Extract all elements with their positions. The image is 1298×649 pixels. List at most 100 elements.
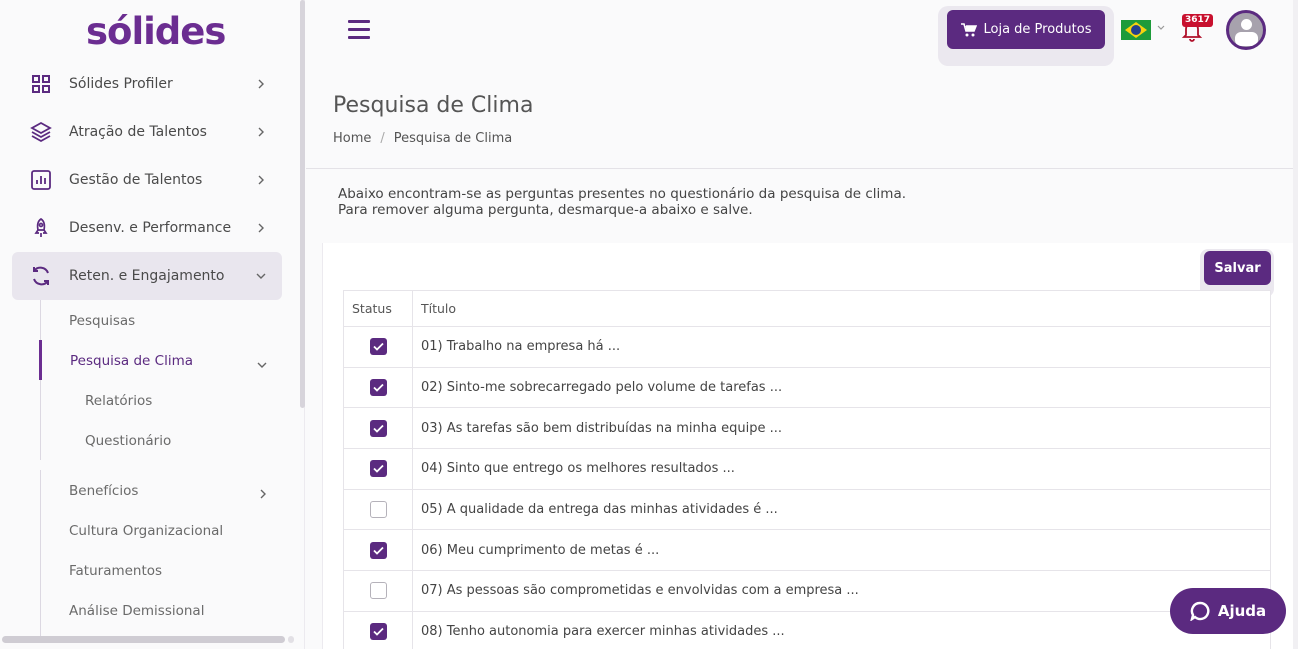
notification-badge: 3617 bbox=[1182, 14, 1214, 27]
breadcrumb-separator: / bbox=[380, 131, 385, 146]
status-cell bbox=[343, 529, 413, 572]
chevron-right-icon bbox=[258, 79, 264, 89]
breadcrumb: Home / Pesquisa de Clima bbox=[333, 131, 512, 146]
sidebar-item-desenv-performance[interactable]: Desenv. e Performance bbox=[12, 204, 282, 252]
question-title: 03) As tarefas são bem distribuídas na m… bbox=[412, 407, 1271, 450]
save-button[interactable]: Salvar bbox=[1204, 251, 1271, 285]
sidebar-item-label: Gestão de Talentos bbox=[69, 172, 203, 188]
table-row: 06) Meu cumprimento de metas é ... bbox=[343, 529, 1271, 572]
bar-chart-icon bbox=[31, 170, 51, 190]
question-checkbox[interactable] bbox=[370, 541, 387, 559]
avatar[interactable] bbox=[1226, 10, 1266, 50]
table-row: 03) As tarefas são bem distribuídas na m… bbox=[343, 407, 1271, 450]
breadcrumb-current: Pesquisa de Clima bbox=[393, 131, 513, 146]
check-icon bbox=[373, 383, 384, 392]
question-title: 04) Sinto que entrego os melhores result… bbox=[412, 448, 1271, 490]
table-header-row: Status Título bbox=[343, 290, 1271, 327]
chevron-right-icon bbox=[258, 223, 264, 233]
sidebar-item-label: Sólides Profiler bbox=[69, 76, 173, 92]
chevron-down-icon bbox=[257, 362, 267, 368]
check-icon bbox=[373, 465, 384, 474]
check-icon bbox=[373, 424, 384, 433]
menu-toggle-button[interactable] bbox=[348, 20, 370, 40]
status-cell bbox=[343, 610, 413, 649]
chat-bubble-icon bbox=[1190, 601, 1210, 621]
sidebar-vertical-scrollbar[interactable] bbox=[300, 0, 305, 408]
table-row: 04) Sinto que entrego os melhores result… bbox=[343, 448, 1271, 490]
sidebar-subitem-pesquisas[interactable]: Pesquisas bbox=[69, 313, 135, 329]
chevron-down-icon bbox=[256, 273, 266, 279]
check-icon bbox=[373, 343, 384, 352]
help-button[interactable]: Ajuda bbox=[1170, 588, 1286, 634]
column-header-status: Status bbox=[343, 290, 413, 327]
question-checkbox[interactable] bbox=[370, 582, 387, 600]
sidebar-item-gestao-talentos[interactable]: Gestão de Talentos bbox=[12, 156, 282, 204]
page-title: Pesquisa de Clima bbox=[333, 93, 534, 118]
help-button-label: Ajuda bbox=[1217, 602, 1267, 620]
table-row: 07) As pessoas são comprometidas e envol… bbox=[343, 570, 1271, 612]
sidebar-item-atracao-talentos[interactable]: Atração de Talentos bbox=[12, 108, 282, 156]
submenu-line bbox=[40, 470, 41, 636]
sidebar: sólides Sólides Profiler Atração de Tale… bbox=[0, 0, 305, 649]
question-checkbox[interactable] bbox=[370, 501, 387, 519]
sidebar-subitem-questionario[interactable]: Questionário bbox=[85, 433, 171, 449]
question-checkbox[interactable] bbox=[370, 419, 387, 437]
page-scrollbar[interactable] bbox=[1293, 0, 1298, 649]
sidebar-subitem-cultura[interactable]: Cultura Organizacional bbox=[69, 523, 223, 539]
submenu-line bbox=[40, 300, 41, 340]
shop-button[interactable]: Loja de Produtos bbox=[947, 10, 1105, 49]
question-title: 07) As pessoas são comprometidas e envol… bbox=[412, 570, 1271, 612]
chevron-right-icon bbox=[258, 175, 264, 185]
chevron-right-icon bbox=[260, 489, 266, 499]
status-cell bbox=[343, 366, 413, 409]
sidebar-subitem-analise-demissional[interactable]: Análise Demissional bbox=[69, 603, 204, 619]
refresh-icon bbox=[33, 266, 49, 286]
check-icon bbox=[373, 628, 384, 636]
sidebar-item-label: Desenv. e Performance bbox=[69, 220, 232, 236]
status-cell bbox=[343, 407, 413, 450]
status-cell bbox=[343, 448, 413, 490]
table-row: 01) Trabalho na empresa há ... bbox=[343, 326, 1271, 368]
shop-button-label: Loja de Produtos bbox=[983, 22, 1092, 37]
table-row: 05) A qualidade da entrega das minhas at… bbox=[343, 488, 1271, 531]
question-checkbox[interactable] bbox=[370, 623, 387, 641]
sidebar-scroll-end bbox=[288, 636, 294, 643]
question-checkbox[interactable] bbox=[370, 379, 387, 397]
submenu-line bbox=[40, 380, 41, 460]
sidebar-subitem-beneficios[interactable]: Benefícios bbox=[69, 483, 138, 499]
sidebar-item-label: Atração de Talentos bbox=[69, 124, 207, 140]
sidebar-subitem-relatorios[interactable]: Relatórios bbox=[85, 393, 152, 409]
solides-logo[interactable]: sólides bbox=[86, 10, 226, 53]
table-row: 08) Tenho autonomia para exercer minhas … bbox=[343, 610, 1271, 649]
column-header-title: Título bbox=[412, 290, 1271, 327]
sidebar-horizontal-scrollbar[interactable] bbox=[2, 636, 285, 643]
sidebar-item-label: Reten. e Engajamento bbox=[69, 268, 225, 284]
intro-line-1: Abaixo encontram-se as perguntas present… bbox=[338, 186, 907, 202]
check-icon bbox=[373, 546, 384, 555]
rocket-icon bbox=[34, 217, 48, 237]
question-title: 06) Meu cumprimento de metas é ... bbox=[412, 529, 1271, 572]
breadcrumb-home[interactable]: Home bbox=[333, 131, 371, 146]
question-checkbox[interactable] bbox=[370, 338, 387, 356]
intro-text: Abaixo encontram-se as perguntas present… bbox=[338, 186, 906, 218]
table-row: 02) Sinto-me sobrecarregado pelo volume … bbox=[343, 366, 1271, 409]
questions-table: Status Título 01) Trabalho na empresa há… bbox=[343, 290, 1271, 649]
question-title: 02) Sinto-me sobrecarregado pelo volume … bbox=[412, 366, 1271, 409]
sidebar-subitem-faturamentos[interactable]: Faturamentos bbox=[69, 563, 162, 579]
question-checkbox[interactable] bbox=[370, 460, 387, 478]
sidebar-item-solides-profiler[interactable]: Sólides Profiler bbox=[12, 60, 282, 108]
header-divider bbox=[306, 168, 1298, 169]
layers-icon bbox=[30, 121, 52, 143]
brazil-flag-icon[interactable] bbox=[1121, 20, 1151, 40]
sidebar-subitem-pesquisa-clima[interactable]: Pesquisa de Clima bbox=[70, 353, 193, 369]
chevron-right-icon bbox=[258, 127, 264, 137]
question-title: 05) A qualidade da entrega das minhas at… bbox=[412, 488, 1271, 531]
cart-icon bbox=[960, 22, 977, 36]
status-cell bbox=[343, 326, 413, 368]
chevron-down-icon[interactable] bbox=[1156, 23, 1166, 33]
sidebar-item-reten-engajamento[interactable]: Reten. e Engajamento bbox=[12, 252, 282, 300]
status-cell bbox=[343, 488, 413, 531]
question-title: 01) Trabalho na empresa há ... bbox=[412, 326, 1271, 368]
question-title: 08) Tenho autonomia para exercer minhas … bbox=[412, 610, 1271, 649]
intro-line-2: Para remover alguma pergunta, desmarque-… bbox=[338, 202, 753, 218]
